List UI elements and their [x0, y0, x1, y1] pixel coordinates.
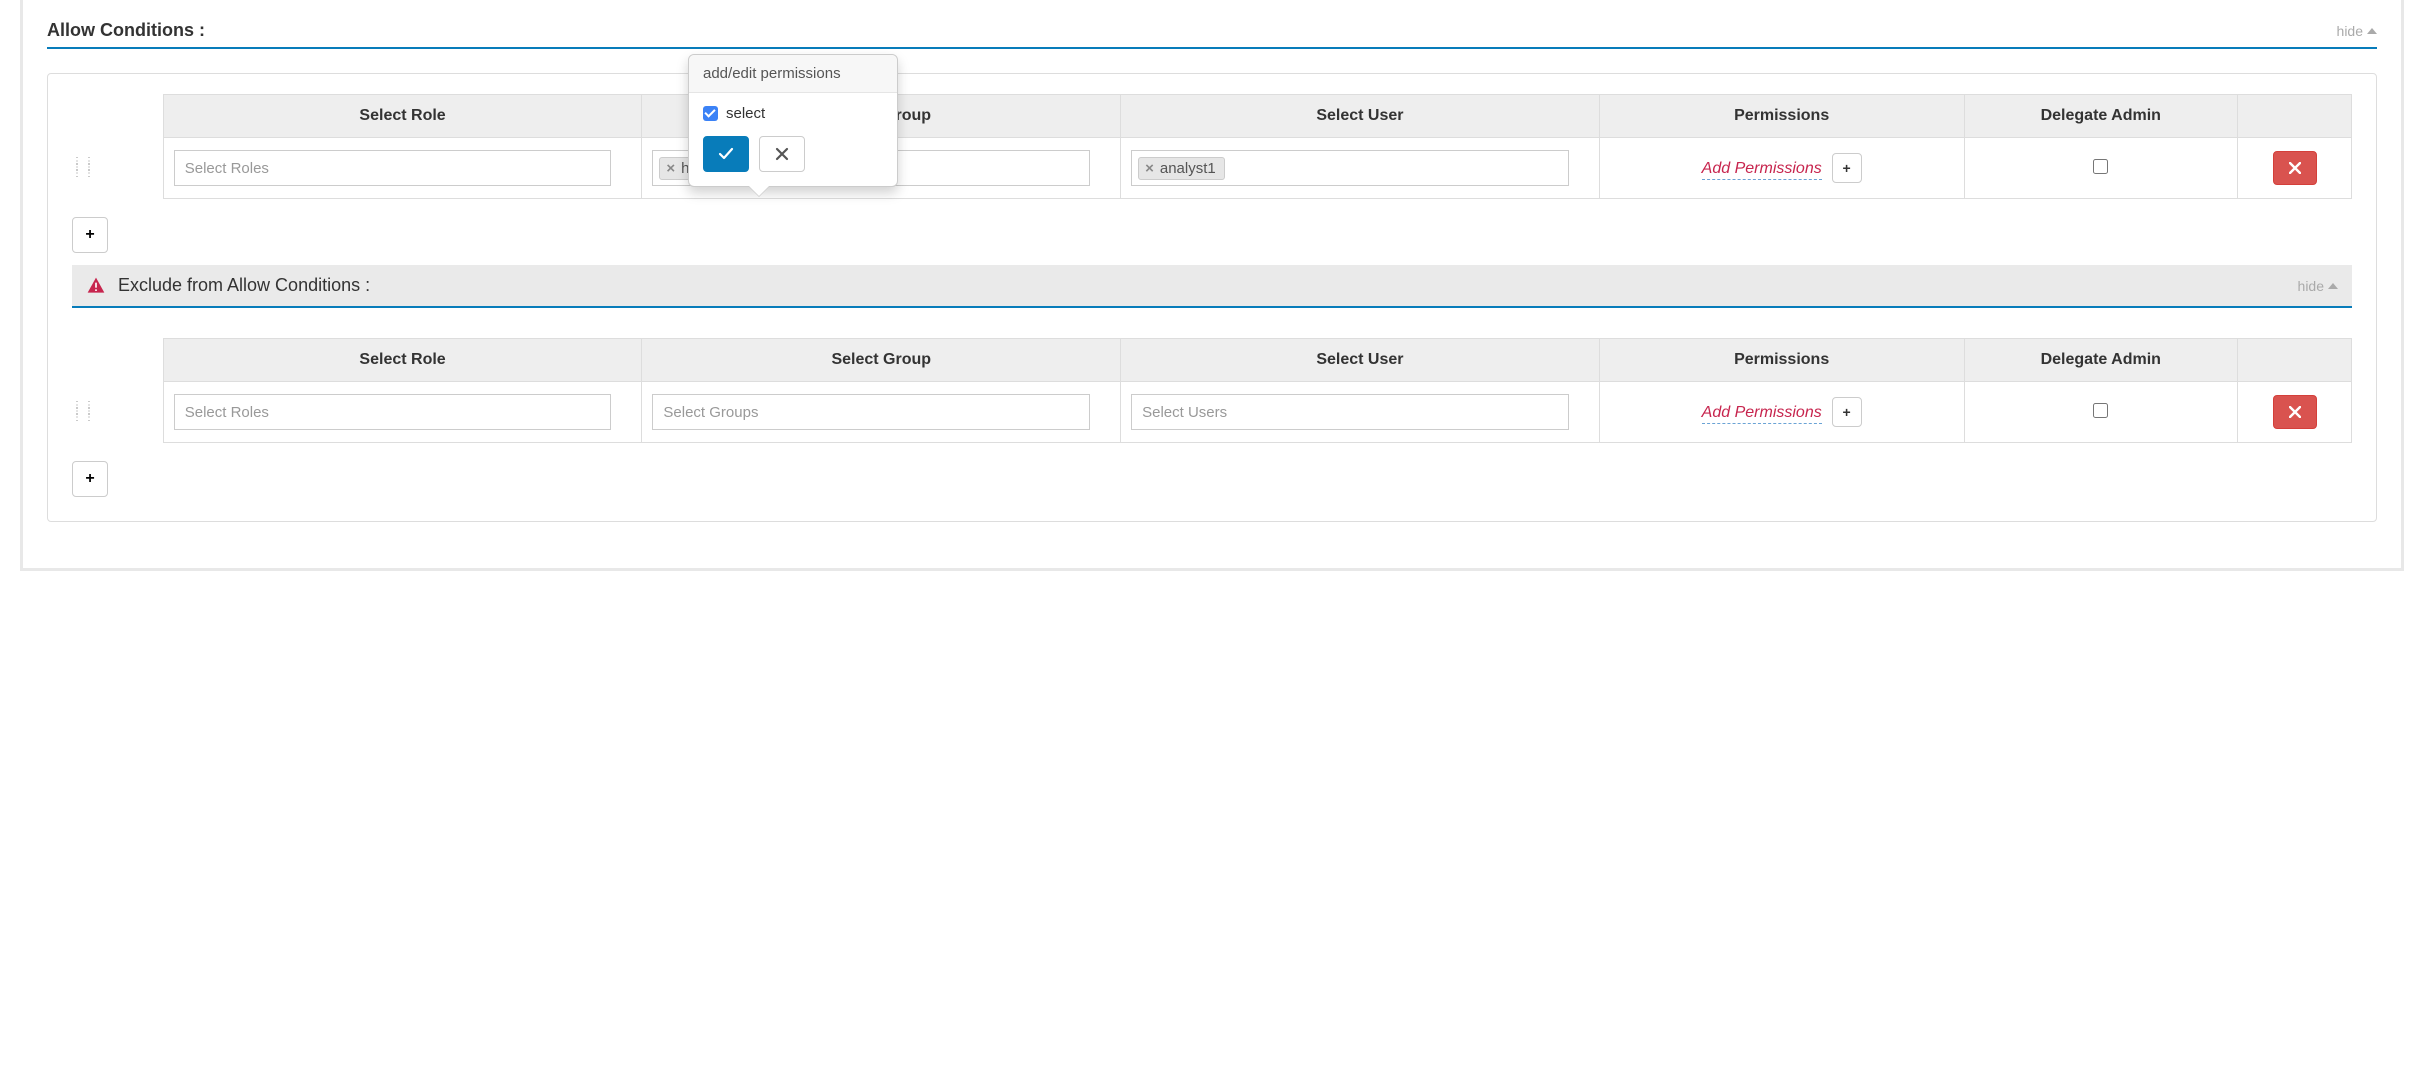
exclude-table: Select Role Select Group Select User Per… — [72, 338, 2352, 443]
permissions-popover: add/edit permissions select — [688, 54, 898, 187]
col-role: Select Role — [163, 339, 642, 382]
col-group: Select Group — [642, 339, 1121, 382]
popover-confirm-button[interactable] — [703, 136, 749, 172]
allow-table: Select Role Select Group Select User Per… — [72, 94, 2352, 199]
group-placeholder: Select Groups — [659, 402, 762, 423]
allow-conditions-header: Allow Conditions : hide — [47, 0, 2377, 49]
col-delegate: Delegate Admin — [1964, 339, 2238, 382]
col-role: Select Role — [163, 95, 642, 138]
add-allow-row-button[interactable]: + — [72, 217, 108, 253]
allow-card: add/edit permissions select — [47, 73, 2377, 522]
col-user: Select User — [1121, 339, 1600, 382]
col-user: Select User — [1121, 95, 1600, 138]
check-icon — [718, 146, 734, 162]
group-input[interactable]: Select Groups — [652, 394, 1090, 430]
add-permissions-link[interactable]: Add Permissions — [1702, 160, 1822, 180]
exclude-header: Exclude from Allow Conditions : hide — [72, 265, 2352, 308]
col-permissions: Permissions — [1599, 95, 1964, 138]
allow-header-row: Select Role Select Group Select User Per… — [72, 95, 2352, 138]
allow-row: ⋮⋮⋮⋮⋮⋮ Select Roles × hadoop_analy — [72, 138, 2352, 199]
popover-option-label: select — [726, 105, 765, 122]
user-placeholder: Select Users — [1138, 402, 1231, 423]
drag-handle-icon[interactable]: ⋮⋮⋮⋮⋮⋮ — [72, 159, 86, 177]
close-icon — [2289, 162, 2301, 174]
delete-row-button[interactable] — [2273, 151, 2317, 185]
user-tag-label: analyst1 — [1160, 160, 1216, 177]
role-placeholder: Select Roles — [181, 158, 273, 179]
allow-conditions-title: Allow Conditions : — [47, 20, 205, 41]
delegate-admin-checkbox[interactable] — [2093, 159, 2108, 174]
allow-hide-toggle[interactable]: hide — [2337, 23, 2377, 39]
popover-arrow-icon — [749, 186, 769, 196]
add-permission-button[interactable]: + — [1832, 397, 1862, 427]
user-input[interactable]: × analyst1 — [1131, 150, 1569, 186]
add-permissions-link[interactable]: Add Permissions — [1702, 404, 1822, 424]
col-permissions: Permissions — [1599, 339, 1964, 382]
exclude-row: ⋮⋮⋮⋮⋮⋮ Select Roles Select Groups — [72, 382, 2352, 443]
remove-tag-icon[interactable]: × — [666, 160, 675, 177]
close-icon — [2289, 406, 2301, 418]
col-delegate: Delegate Admin — [1964, 95, 2238, 138]
close-icon — [775, 147, 789, 161]
add-permission-button[interactable]: + — [1832, 153, 1862, 183]
role-placeholder: Select Roles — [181, 402, 273, 423]
exclude-hide-toggle[interactable]: hide — [2298, 278, 2338, 294]
popover-option-select[interactable]: select — [703, 105, 883, 122]
popover-cancel-button[interactable] — [759, 136, 805, 172]
add-exclude-row-button[interactable]: + — [72, 461, 108, 497]
drag-handle-icon[interactable]: ⋮⋮⋮⋮⋮⋮ — [72, 403, 86, 421]
popover-title: add/edit permissions — [689, 55, 897, 93]
hide-label: hide — [2337, 23, 2363, 39]
warning-icon — [86, 276, 106, 296]
role-input[interactable]: Select Roles — [174, 394, 612, 430]
exclude-title-label: Exclude from Allow Conditions : — [118, 275, 370, 296]
user-input[interactable]: Select Users — [1131, 394, 1569, 430]
caret-up-icon — [2328, 283, 2338, 289]
exclude-header-row: Select Role Select Group Select User Per… — [72, 339, 2352, 382]
role-input[interactable]: Select Roles — [174, 150, 612, 186]
hide-label: hide — [2298, 278, 2324, 294]
caret-up-icon — [2367, 28, 2377, 34]
user-tag: × analyst1 — [1138, 157, 1225, 180]
remove-tag-icon[interactable]: × — [1145, 160, 1154, 177]
select-permission-checkbox[interactable] — [703, 106, 718, 121]
delegate-admin-checkbox[interactable] — [2093, 403, 2108, 418]
delete-row-button[interactable] — [2273, 395, 2317, 429]
